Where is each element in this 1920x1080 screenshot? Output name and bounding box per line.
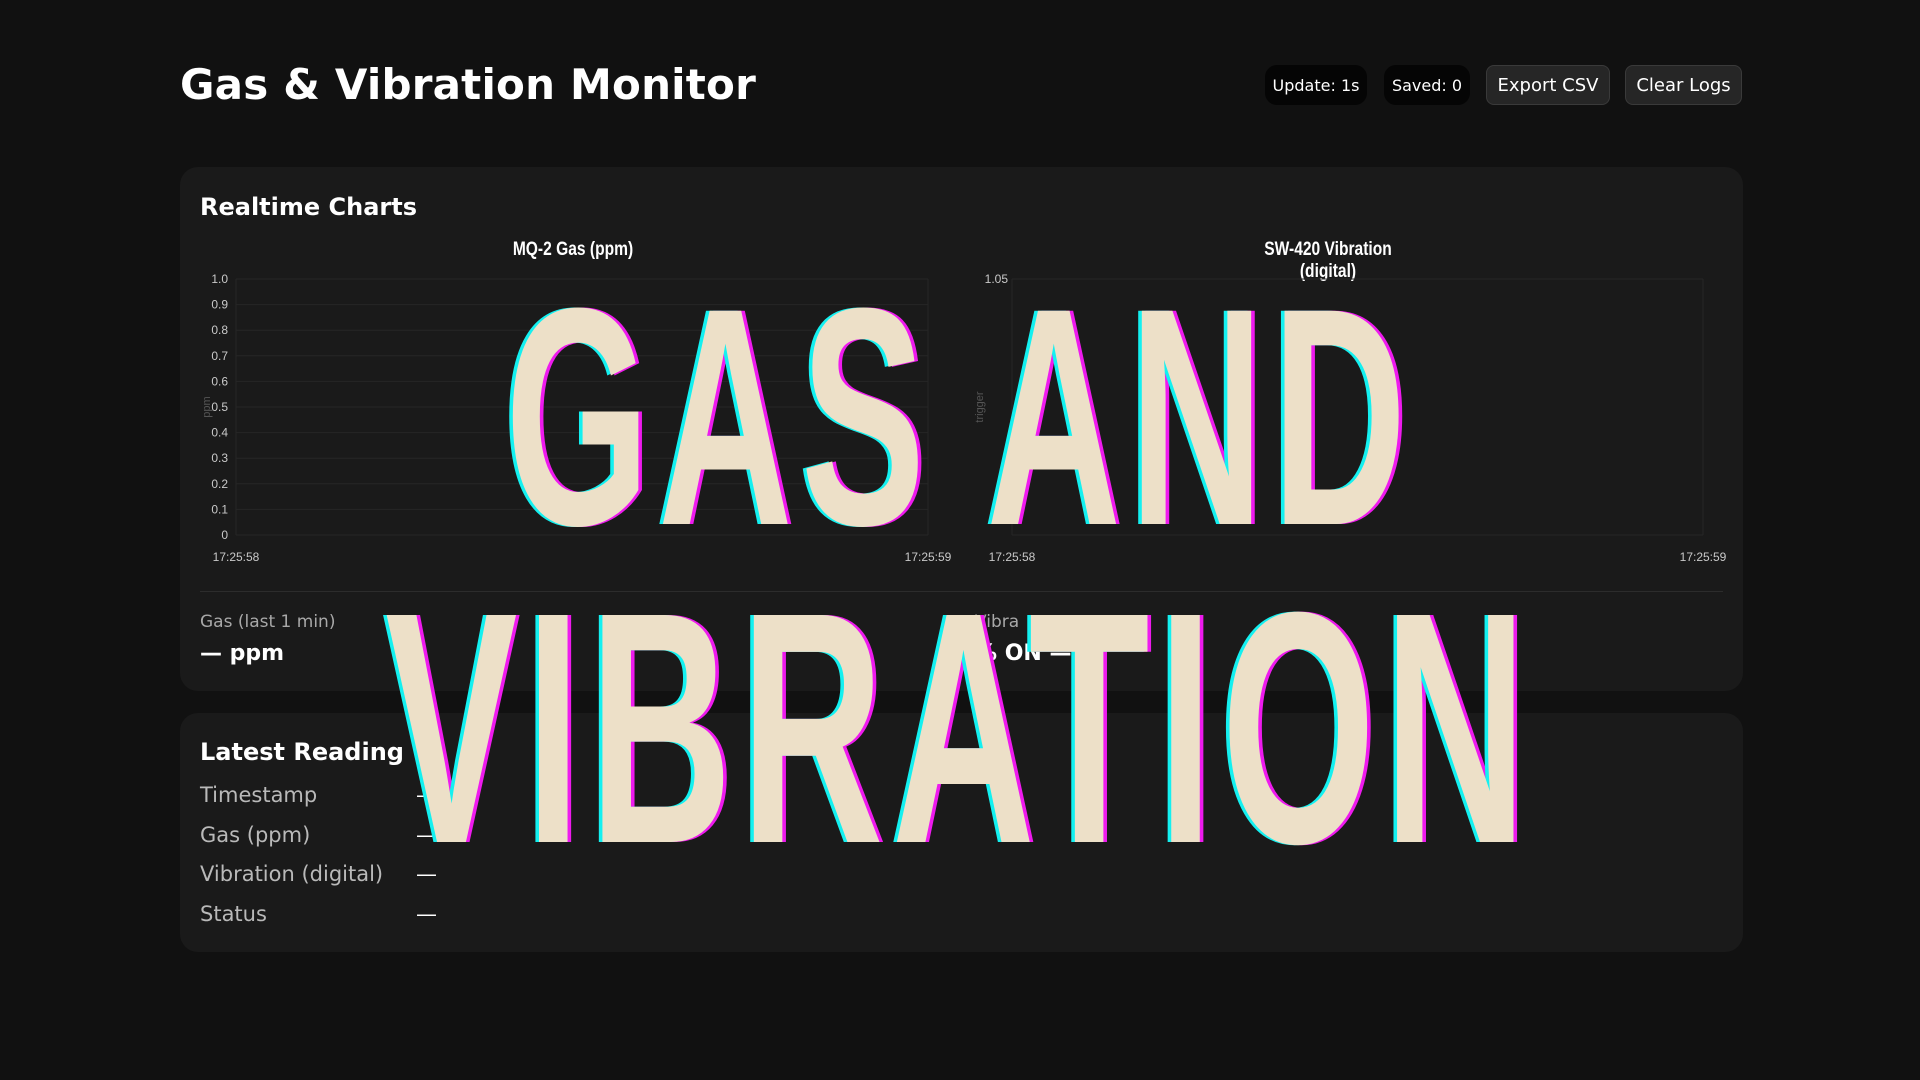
latest-reading-card: Latest Reading Timestamp — Gas (ppm) — V… [180,713,1743,952]
vibration-y-axis-title: trigger [974,391,986,423]
vibration-x-tick: 17:25:58 [989,550,1036,564]
gas-stat-label: Gas (last 1 min) [200,612,336,632]
vibration-stat-label: Vibra [975,612,1020,632]
reading-value-gas: — [416,823,437,847]
gas-y-tick: 0.9 [211,298,228,312]
gas-y-tick: 0 [221,528,228,542]
update-interval-badge: Update: 1s [1265,65,1367,105]
gas-y-tick: 0.7 [211,349,228,363]
reading-label-status: Status [200,902,267,926]
reading-label-vibration: Vibration (digital) [200,862,384,886]
reading-label-gas: Gas (ppm) [200,823,311,847]
page-title: Gas & Vibration Monitor [180,60,757,109]
gas-y-tick: 1.0 [211,272,228,286]
gas-stat-value: — ppm [200,641,285,666]
gas-y-tick: 0.4 [211,426,228,440]
vibration-y-tick: 1.05 [985,272,1009,286]
gas-y-tick: 0.3 [211,451,228,465]
stats-divider [200,591,1723,592]
saved-count-badge: Saved: 0 [1384,65,1470,105]
gas-y-tick: 0.8 [211,323,228,337]
gas-x-tick: 17:25:58 [213,550,260,564]
reading-value-vibration: — [416,862,437,886]
charts-area: 0 0.1 0.2 0.3 0.4 0.5 0.6 0.7 0.8 0.9 1.0 17:25:58 1… [201,272,1727,564]
gas-y-tick: 0.6 [211,374,228,388]
vibration-x-tick: 17:25:59 [1680,550,1727,564]
gas-x-tick: 17:25:59 [905,550,952,564]
vibration-stat-value: % ON — [975,641,1072,666]
gas-y-tick: 0.2 [211,477,228,491]
gas-y-tick: 0.5 [211,400,228,414]
reading-label-timestamp: Timestamp [200,783,318,807]
gas-y-tick: 0.1 [211,502,228,516]
gas-y-axis-title: ppm [201,396,213,417]
reading-value-status: — [416,902,437,926]
realtime-charts-card: Realtime Charts MQ-2 Gas (ppm) SW-420 Vi… [180,167,1743,691]
reading-value-timestamp: — [416,783,437,807]
dashboard-page: Gas & Vibration Monitor Update: 1s Saved… [0,0,1920,1080]
export-csv-button[interactable]: Export CSV [1486,65,1610,105]
clear-logs-button[interactable]: Clear Logs [1625,65,1742,105]
latest-reading-title: Latest Reading [200,738,404,766]
